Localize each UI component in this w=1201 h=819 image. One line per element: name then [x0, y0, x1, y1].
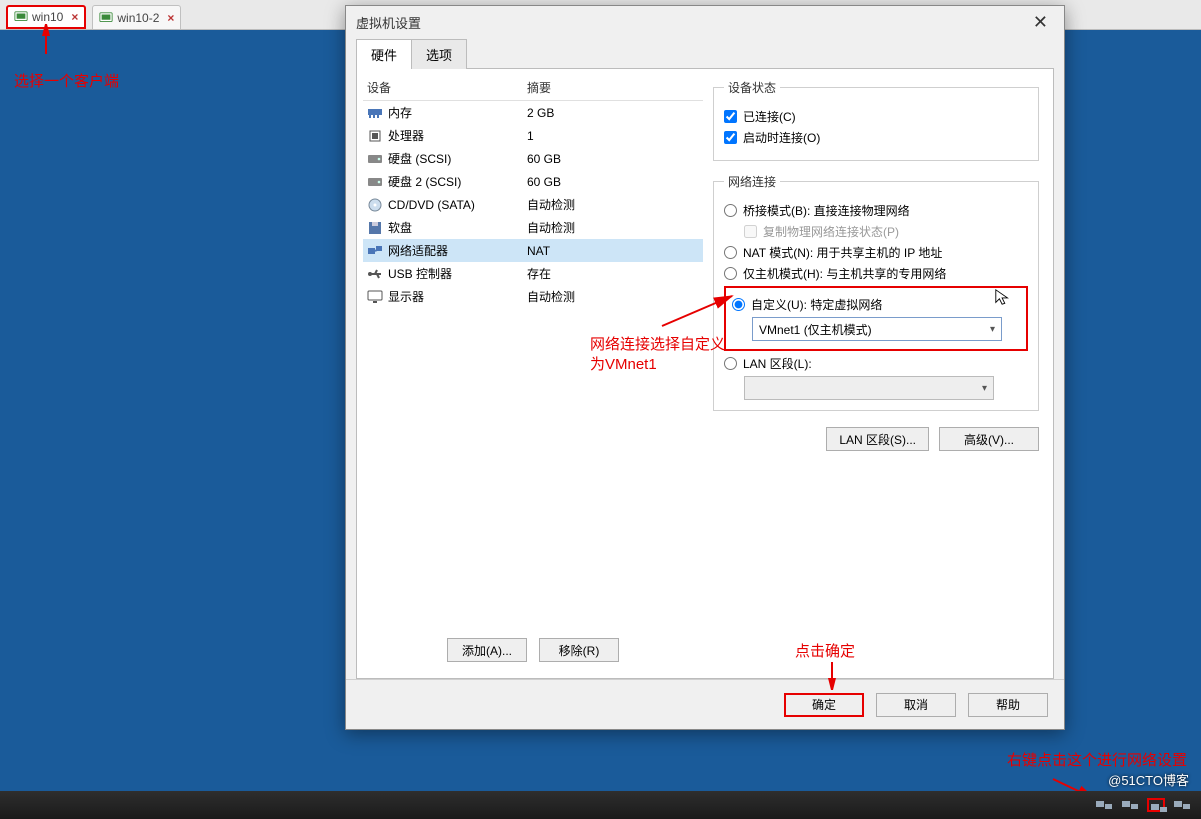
tray-network-icon[interactable]	[1121, 798, 1139, 812]
device-display[interactable]: 显示器 自动检测	[363, 285, 703, 308]
dialog-titlebar: 虚拟机设置 ✕	[346, 6, 1064, 38]
chevron-down-icon: ▾	[990, 324, 995, 335]
device-list-panel: 设备 摘要 内存 2 GB 处理器 1 硬盘 (SCSI) 60 GB	[363, 75, 703, 672]
cd-icon	[367, 198, 383, 212]
annotation-select-client: 选择一个客户端	[14, 72, 119, 92]
remove-device-button[interactable]: 移除(R)	[539, 638, 619, 662]
chk-connected-input[interactable]	[724, 110, 737, 123]
tray-network-icon[interactable]	[1173, 798, 1191, 812]
chk-connect-on-start[interactable]: 启动时连接(O)	[724, 129, 1028, 146]
rdo-lan-segment[interactable]: LAN 区段(L):	[724, 355, 1028, 372]
close-icon[interactable]: ×	[71, 10, 78, 24]
vm-settings-dialog: 虚拟机设置 ✕ 硬件 选项 设备 摘要 内存 2 GB 处理器	[345, 5, 1065, 730]
display-icon	[367, 290, 383, 304]
vm-tab-label: win10	[32, 10, 63, 24]
chk-connect-on-start-input[interactable]	[724, 131, 737, 144]
cpu-icon	[367, 129, 383, 143]
cancel-button[interactable]: 取消	[876, 693, 956, 717]
device-list[interactable]: 内存 2 GB 处理器 1 硬盘 (SCSI) 60 GB 硬盘 2 (SCSI…	[363, 101, 703, 628]
lan-segments-button[interactable]: LAN 区段(S)...	[826, 427, 929, 451]
rdo-bridged-input[interactable]	[724, 204, 737, 217]
rdo-nat[interactable]: NAT 模式(N): 用于共享主机的 IP 地址	[724, 244, 1028, 261]
close-button[interactable]: ✕	[1027, 11, 1054, 33]
annotation-tray: 右键点击这个进行网络设置	[1007, 751, 1187, 771]
dialog-title: 虚拟机设置	[356, 13, 421, 32]
vm-icon	[99, 11, 113, 25]
disk-icon	[367, 175, 383, 189]
add-device-button[interactable]: 添加(A)...	[447, 638, 527, 662]
rdo-hostonly[interactable]: 仅主机模式(H): 与主机共享的专用网络	[724, 265, 1028, 282]
chevron-down-icon: ▾	[982, 383, 987, 394]
network-icon	[367, 244, 383, 258]
rdo-lan-input[interactable]	[724, 357, 737, 370]
vm-tab-label: win10-2	[117, 11, 159, 25]
tray-network-icon[interactable]	[1147, 798, 1165, 812]
device-disk1[interactable]: 硬盘 (SCSI) 60 GB	[363, 147, 703, 170]
watermark: @51CTO博客	[1108, 770, 1189, 789]
device-settings-panel: 设备状态 已连接(C) 启动时连接(O) 网络连接 桥接模式(B): 直接连接物	[709, 75, 1047, 672]
floppy-icon	[367, 221, 383, 235]
tab-options[interactable]: 选项	[411, 39, 467, 69]
group-device-state: 设备状态 已连接(C) 启动时连接(O)	[713, 79, 1039, 161]
device-cddvd[interactable]: CD/DVD (SATA) 自动检测	[363, 193, 703, 216]
tab-hardware[interactable]: 硬件	[356, 39, 412, 69]
chk-connected[interactable]: 已连接(C)	[724, 108, 1028, 125]
dialog-footer: 确定 取消 帮助	[346, 679, 1064, 729]
combo-custom-vmnet[interactable]: VMnet1 (仅主机模式) ▾	[752, 317, 1002, 341]
device-memory[interactable]: 内存 2 GB	[363, 101, 703, 124]
taskbar	[0, 791, 1201, 819]
disk-icon	[367, 152, 383, 166]
help-button[interactable]: 帮助	[968, 693, 1048, 717]
vm-tab-win10[interactable]: win10 ×	[6, 5, 86, 29]
vm-icon	[14, 10, 28, 24]
memory-icon	[367, 106, 383, 120]
rdo-custom-input[interactable]	[732, 298, 745, 311]
tray-network-icon[interactable]	[1095, 798, 1113, 812]
rdo-nat-input[interactable]	[724, 246, 737, 259]
advanced-button[interactable]: 高级(V)...	[939, 427, 1039, 451]
chk-replicate-input	[744, 225, 757, 238]
device-floppy[interactable]: 软盘 自动检测	[363, 216, 703, 239]
device-disk2[interactable]: 硬盘 2 (SCSI) 60 GB	[363, 170, 703, 193]
combo-lan-segment: ▾	[744, 376, 994, 400]
chk-replicate-state: 复制物理网络连接状态(P)	[744, 223, 1028, 240]
ok-button[interactable]: 确定	[784, 693, 864, 717]
rdo-custom[interactable]: 自定义(U): 特定虚拟网络	[732, 296, 1020, 313]
vm-tab-win10-2[interactable]: win10-2 ×	[92, 5, 181, 29]
group-network-connection: 网络连接 桥接模式(B): 直接连接物理网络 复制物理网络连接状态(P) NAT…	[713, 173, 1039, 411]
device-cpu[interactable]: 处理器 1	[363, 124, 703, 147]
usb-icon	[367, 267, 383, 281]
device-network[interactable]: 网络适配器 NAT	[363, 239, 703, 262]
rdo-hostonly-input[interactable]	[724, 267, 737, 280]
col-device: 设备	[367, 79, 527, 96]
col-summary: 摘要	[527, 79, 551, 96]
device-usb[interactable]: USB 控制器 存在	[363, 262, 703, 285]
settings-tabs: 硬件 选项	[356, 38, 1054, 69]
rdo-bridged[interactable]: 桥接模式(B): 直接连接物理网络	[724, 202, 1028, 219]
close-icon[interactable]: ×	[167, 11, 174, 25]
